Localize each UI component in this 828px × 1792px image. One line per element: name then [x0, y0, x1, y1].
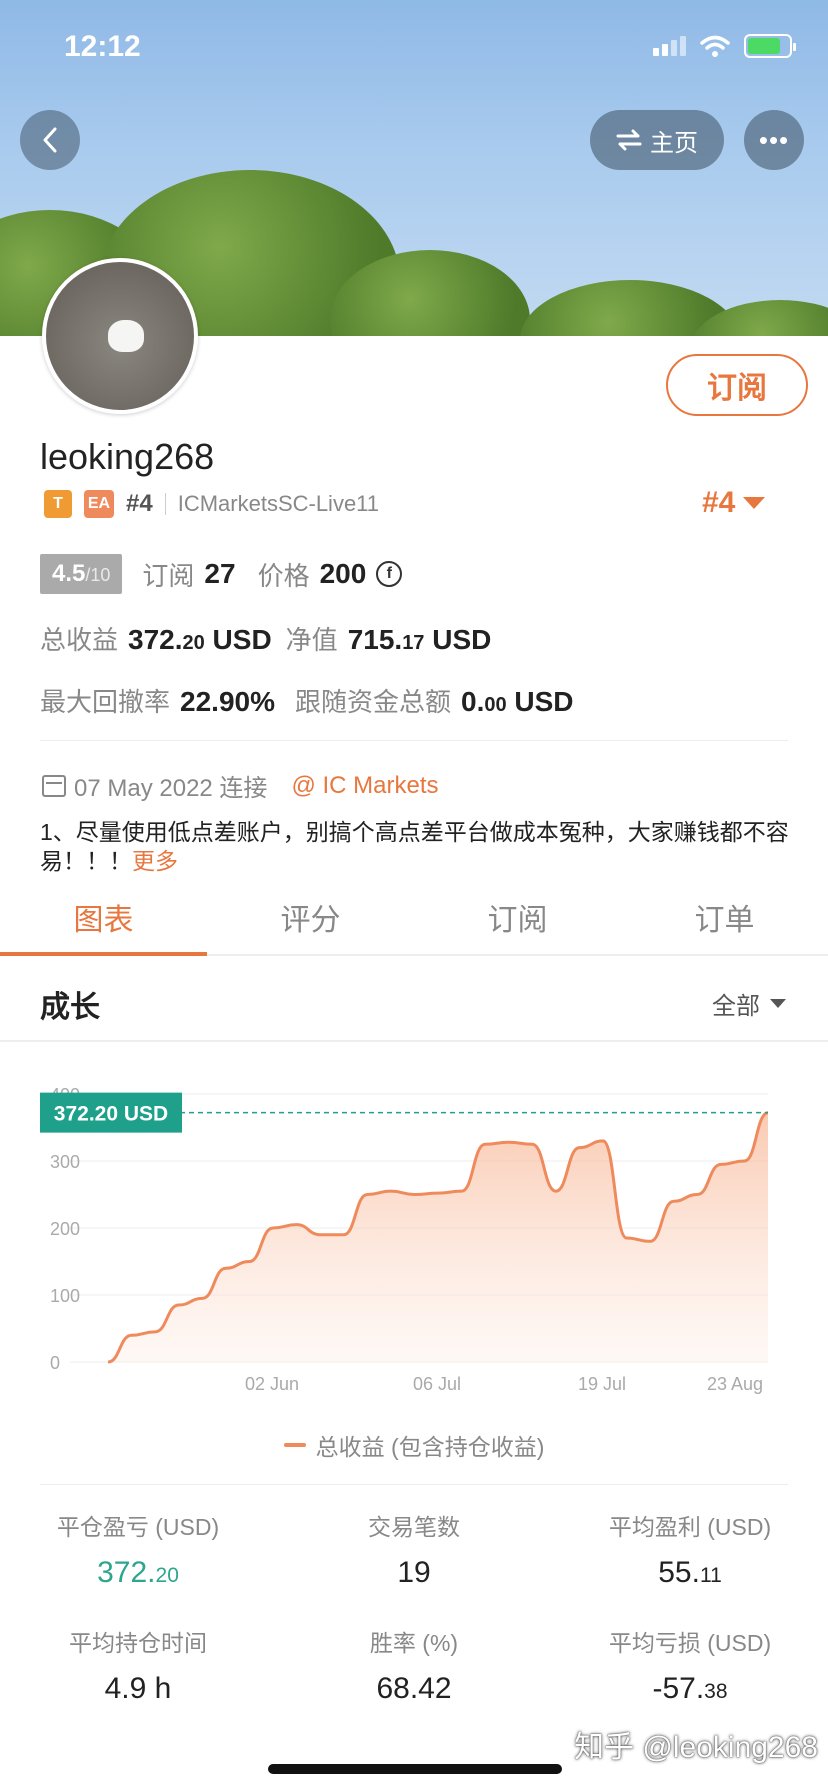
subs-label: 订阅 — [142, 560, 195, 591]
range-filter[interactable]: 全部 — [712, 986, 786, 1021]
stat-value: 4.9 h — [104, 1672, 172, 1705]
stat-item: 平均亏损 (USD) -57.38 — [552, 1624, 828, 1706]
tag-t-badge: T — [44, 490, 72, 518]
series-area — [108, 1112, 768, 1362]
connected-date: 07 May 2022 连接 — [74, 775, 268, 802]
current-value-label: 372.20 USD — [54, 1103, 168, 1126]
x-tick-label: 19 Jul — [578, 1374, 626, 1394]
total-profit-value: 372.20 USD — [128, 624, 272, 655]
avatar[interactable] — [42, 258, 198, 414]
stat-item: 平均盈利 (USD) 55.11 — [552, 1508, 828, 1590]
price-value: 200 — [319, 558, 367, 589]
wifi-icon — [700, 35, 730, 57]
x-tick-label: 23 Aug — [707, 1374, 763, 1394]
subs-value: 27 — [204, 558, 236, 589]
follow-value: 0.00 USD — [461, 686, 574, 717]
growth-chart[interactable]: 010020030040002 Jun06 Jul19 Jul23 Aug372… — [0, 1080, 828, 1400]
home-button[interactable]: 主页 — [590, 110, 724, 170]
broker-link[interactable]: @ IC Markets — [291, 772, 438, 800]
price-label: 价格 — [257, 560, 310, 591]
rank-big-label: #4 — [702, 486, 736, 519]
battery-icon — [744, 34, 796, 58]
more-icon: ••• — [758, 124, 790, 155]
triangle-down-icon — [743, 497, 766, 509]
follow-label: 跟随资金总额 — [294, 687, 451, 717]
stat-value: 55.11 — [658, 1556, 722, 1589]
stat-label: 平均持仓时间 — [69, 1630, 207, 1656]
status-time: 12:12 — [64, 30, 141, 63]
stat-label: 平仓盈亏 (USD) — [56, 1514, 220, 1540]
legend-label: 总收益 (包含持仓收益) — [315, 1434, 545, 1460]
chart-legend: 总收益 (包含持仓收益) — [0, 1428, 828, 1462]
server-name: ICMarketsSC-Live11 — [177, 491, 380, 516]
legend-swatch — [283, 1443, 306, 1447]
equity-value: 715.17 USD — [347, 624, 492, 655]
stat-item: 胜率 (%) 68.42 — [276, 1624, 552, 1706]
range-filter-label: 全部 — [712, 993, 760, 1020]
stat-item: 平均持仓时间 4.9 h — [0, 1624, 276, 1706]
rank-small: #4 — [126, 490, 153, 517]
back-button[interactable] — [20, 110, 80, 170]
stat-label: 胜率 (%) — [369, 1630, 459, 1656]
drawdown-row: 最大回撤率 22.90% 跟随资金总额 0.00 USD — [40, 682, 574, 719]
stat-value: 68.42 — [376, 1672, 452, 1705]
total-profit-label: 总收益 — [40, 625, 119, 655]
equity-label: 净值 — [285, 625, 338, 655]
tab-bar: 图表 评分 订阅 订单 — [0, 880, 828, 956]
username: leoking268 — [40, 436, 215, 477]
y-tick-label: 200 — [50, 1219, 80, 1239]
y-tick-label: 0 — [50, 1353, 60, 1373]
tab-rating[interactable]: 评分 — [207, 880, 414, 954]
calendar-icon — [42, 774, 66, 797]
chevron-left-icon — [43, 127, 57, 153]
profit-row: 总收益 372.20 USD 净值 715.17 USD — [40, 620, 491, 657]
connected-info: 07 May 2022 连接 @ IC Markets — [42, 768, 438, 803]
home-indicator — [268, 1764, 562, 1774]
home-button-label: 主页 — [650, 129, 698, 157]
tab-orders[interactable]: 订单 — [621, 880, 828, 954]
stat-value: -57.38 — [652, 1672, 728, 1705]
stat-label: 平均亏损 (USD) — [608, 1630, 772, 1656]
tab-chart[interactable]: 图表 — [0, 880, 207, 956]
score-badge: 4.5/10 — [40, 554, 123, 594]
y-tick-label: 100 — [50, 1286, 80, 1306]
divider — [40, 740, 788, 741]
more-link[interactable]: 更多 — [132, 848, 178, 874]
rank-dropdown[interactable]: #4 — [702, 486, 766, 520]
y-tick-label: 300 — [50, 1152, 80, 1172]
drawdown-label: 最大回撤率 — [40, 687, 171, 717]
stat-value: 19 — [397, 1556, 431, 1589]
score-max: /10 — [85, 565, 111, 585]
score-row: 4.5/10 订阅 27 价格 200 f — [40, 554, 403, 594]
subscribe-button[interactable]: 订阅 — [666, 354, 808, 416]
status-icons — [653, 34, 796, 58]
divider — [164, 493, 166, 515]
stat-item: 交易笔数 19 — [276, 1508, 552, 1590]
triangle-down-icon — [770, 999, 786, 1008]
tab-subscription[interactable]: 订阅 — [414, 880, 621, 954]
more-button[interactable]: ••• — [744, 110, 804, 170]
x-tick-label: 06 Jul — [413, 1374, 461, 1394]
divider — [40, 1484, 788, 1485]
swap-icon — [616, 129, 642, 151]
stat-label: 交易笔数 — [368, 1514, 460, 1540]
account-tags: T EA #4 ICMarketsSC-Live11 — [44, 490, 379, 518]
stat-item: 平仓盈亏 (USD) 372.20 — [0, 1508, 276, 1590]
watermark: 知乎 @leoking268 — [574, 1731, 818, 1764]
description: 1、尽量使用低点差账户，别搞个高点差平台做成本冤种，大家赚钱都不容易！！！更多 — [40, 818, 800, 876]
divider — [0, 1040, 828, 1042]
coin-icon: f — [376, 561, 403, 587]
growth-title: 成长 — [40, 991, 100, 1024]
score-value: 4.5 — [52, 560, 86, 587]
drawdown-value: 22.90% — [180, 686, 275, 717]
x-tick-label: 02 Jun — [245, 1374, 299, 1394]
signal-icon — [653, 36, 686, 56]
stat-value: 372.20 — [97, 1556, 179, 1589]
tag-ea-badge: EA — [84, 490, 114, 518]
stat-label: 平均盈利 (USD) — [608, 1514, 772, 1540]
stats-grid: 平仓盈亏 (USD) 372.20 交易笔数 19 平均盈利 (USD) 55.11 平均持… — [0, 1508, 828, 1706]
